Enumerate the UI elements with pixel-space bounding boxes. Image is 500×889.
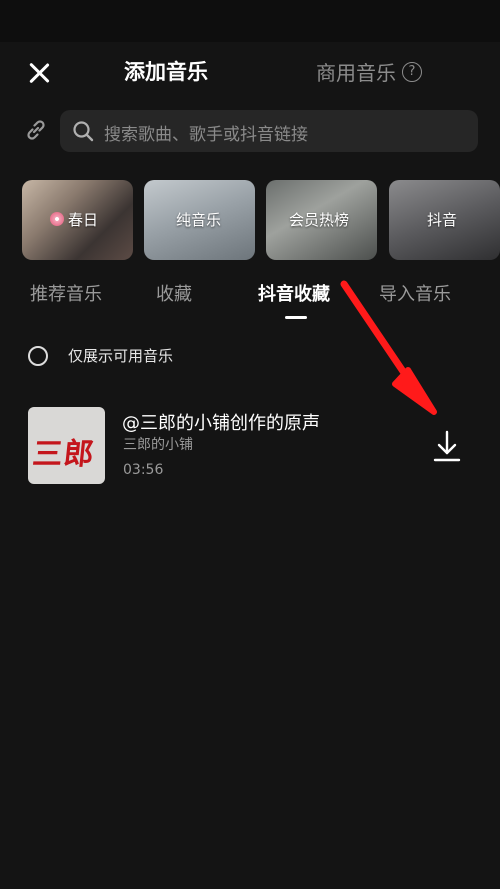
download-icon[interactable] (432, 429, 462, 463)
tab-bar: 推荐音乐 收藏 抖音收藏 导入音乐 (0, 276, 500, 320)
search-input[interactable]: 搜索歌曲、歌手或抖音链接 (60, 110, 478, 152)
song-duration: 03:56 (123, 462, 164, 478)
list-item[interactable]: 三郎 @三郎的小铺创作的原声 三郎的小铺 03:56 (28, 407, 478, 487)
category-card-douyin[interactable]: 抖音 (389, 180, 500, 260)
song-title: @三郎的小铺创作的原声 (122, 413, 320, 434)
category-label-spring: 春日 (50, 209, 98, 230)
category-card-member-chart[interactable]: 会员热榜 (266, 180, 377, 260)
category-label-douyin: 抖音 (427, 211, 458, 229)
tab-recommended[interactable]: 推荐音乐 (30, 280, 102, 306)
link-icon[interactable] (23, 117, 49, 143)
page-title: 添加音乐 (124, 60, 208, 84)
header: 添加音乐 商用音乐 ? (0, 42, 500, 102)
status-bar (0, 0, 500, 42)
radio-button[interactable] (28, 345, 48, 366)
category-card-instrumental[interactable]: 纯音乐 (144, 180, 255, 260)
commercial-music-label: 商用音乐 (316, 61, 396, 85)
album-cover: 三郎 (28, 407, 105, 484)
song-artist: 三郎的小铺 (123, 437, 193, 453)
available-only-label: 仅展示可用音乐 (68, 347, 174, 365)
cover-text: 三郎 (30, 437, 97, 472)
help-icon[interactable]: ? (402, 61, 422, 82)
category-label-member-chart: 会员热榜 (289, 211, 350, 229)
commercial-music-link[interactable]: 商用音乐 ? (316, 57, 422, 86)
category-card-spring[interactable]: 春日 (22, 180, 133, 260)
close-button[interactable] (24, 58, 54, 88)
search-placeholder: 搜索歌曲、歌手或抖音链接 (104, 125, 308, 145)
active-tab-indicator (285, 316, 307, 319)
category-label-instrumental: 纯音乐 (176, 211, 222, 229)
category-carousel: 春日 纯音乐 会员热榜 抖音 (22, 180, 500, 260)
search-icon (73, 121, 94, 142)
tab-favorites[interactable]: 收藏 (156, 280, 192, 306)
tab-import-music[interactable]: 导入音乐 (379, 280, 451, 306)
tab-douyin-favorites[interactable]: 抖音收藏 (258, 280, 330, 306)
available-only-toggle[interactable]: 仅展示可用音乐 (28, 345, 173, 366)
flower-icon (50, 212, 64, 226)
